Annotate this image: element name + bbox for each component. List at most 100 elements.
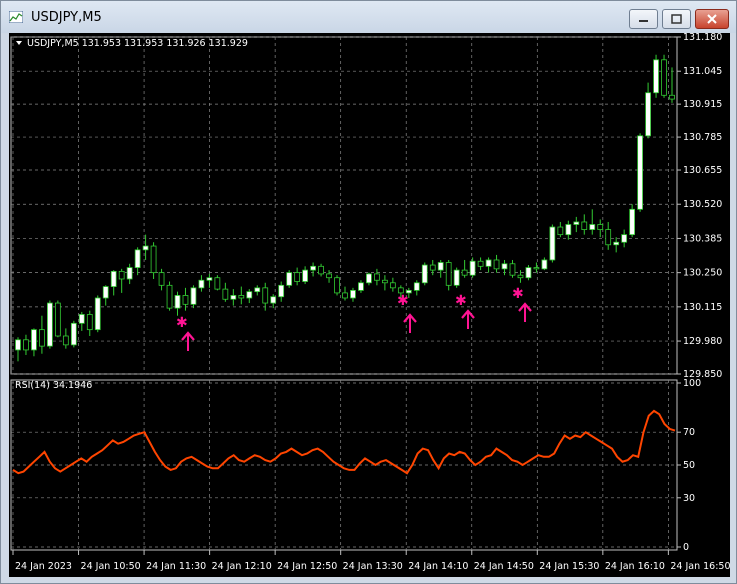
candle-body xyxy=(294,272,301,282)
signal-star-icon: ✱ xyxy=(512,286,524,302)
candle-body xyxy=(581,221,588,230)
time-tick-label: 24 Jan 12:50 xyxy=(277,561,337,572)
price-tick-label: 130.655 xyxy=(683,165,722,176)
candle-body xyxy=(669,94,675,100)
candle-body xyxy=(334,277,340,294)
candle-body xyxy=(358,282,364,291)
candle-body xyxy=(39,329,45,347)
collapse-triangle-icon[interactable] xyxy=(16,41,22,45)
candle-body xyxy=(142,245,149,251)
rsi-tick-label: 50 xyxy=(683,460,695,471)
candle-body xyxy=(374,273,380,281)
candle-body xyxy=(637,135,643,210)
time-tick-label: 24 Jan 15:30 xyxy=(539,561,599,572)
candle-body xyxy=(31,329,37,351)
price-tick-label: 130.385 xyxy=(683,233,722,244)
candle-body xyxy=(230,295,237,300)
candle-body xyxy=(605,229,612,246)
minimize-button[interactable] xyxy=(629,9,658,29)
candle-body xyxy=(645,92,651,137)
candle-series xyxy=(15,54,675,362)
candle-body xyxy=(589,224,596,230)
candle-body xyxy=(262,287,269,304)
maximize-button[interactable] xyxy=(662,9,691,29)
candle-body xyxy=(166,284,173,309)
candle-body xyxy=(15,339,21,351)
price-axis: 131.180 131.045 130.915 130.785 130.655 130.5… xyxy=(677,33,722,380)
candle-body xyxy=(47,302,53,347)
candle-body xyxy=(158,272,165,286)
time-tick-label: 24 Jan 10:50 xyxy=(81,561,141,572)
candle-body xyxy=(54,302,61,337)
candle-body xyxy=(565,224,572,236)
close-icon xyxy=(707,14,717,24)
candle-body xyxy=(525,267,532,279)
candle-body xyxy=(310,265,316,271)
candle-body xyxy=(326,273,332,279)
close-button[interactable] xyxy=(695,9,729,29)
window-title: USDJPY,M5 xyxy=(31,10,102,25)
signal-star-icon: ✱ xyxy=(455,293,467,309)
candle-body xyxy=(198,279,205,289)
candle-body xyxy=(613,241,620,246)
time-tick-label: 24 Jan 16:10 xyxy=(605,561,665,572)
title-bar[interactable]: USDJPY,M5 xyxy=(1,1,736,33)
candle-body xyxy=(182,295,189,305)
candle-body xyxy=(517,274,524,279)
candle-body xyxy=(653,59,659,94)
candlestick-chart[interactable]: ✱ ✱ ✱ ✱ 131.180 131.045 130.915 130.785 130.655… xyxy=(9,33,730,577)
candle-body xyxy=(246,291,253,299)
chart-area[interactable]: ✱ ✱ ✱ ✱ 131.180 131.045 130.915 130.785 130.655… xyxy=(9,33,730,577)
signal-star-icon: ✱ xyxy=(397,293,409,309)
candle-body xyxy=(86,314,93,331)
price-tick-label: 130.520 xyxy=(683,199,722,210)
candle-body xyxy=(557,226,564,236)
candle-body xyxy=(549,226,556,261)
rsi-line xyxy=(12,409,676,475)
candle-body xyxy=(533,267,540,270)
candle-body xyxy=(453,269,460,286)
candle-body xyxy=(629,208,636,236)
candle-body xyxy=(110,270,117,287)
candle-body xyxy=(509,263,516,276)
symbol-header: USDJPY,M5 131.953 131.953 131.926 131.92… xyxy=(27,38,248,49)
maximize-icon xyxy=(671,14,682,24)
time-tick-label: 24 Jan 16:50 xyxy=(670,561,730,572)
candle-body xyxy=(621,234,628,243)
candle-body xyxy=(597,224,604,230)
candle-body xyxy=(318,265,324,275)
price-tick-label: 130.915 xyxy=(683,99,722,110)
candle-body xyxy=(342,292,348,299)
candle-body xyxy=(222,288,229,300)
candle-body xyxy=(270,296,277,304)
candle-body xyxy=(190,287,197,305)
rsi-tick-label: 30 xyxy=(683,493,695,504)
candle-body xyxy=(214,277,221,290)
candle-body xyxy=(661,59,667,96)
price-tick-label: 131.180 xyxy=(683,33,722,43)
time-tick-label: 24 Jan 14:10 xyxy=(408,561,468,572)
candle-body xyxy=(541,259,548,270)
candle-body xyxy=(150,245,157,274)
signal-star-icon: ✱ xyxy=(176,315,188,331)
price-tick-label: 131.045 xyxy=(683,66,722,77)
candle-body xyxy=(206,277,213,281)
rsi-label: RSI(14) 34.1946 xyxy=(15,380,92,391)
candle-body xyxy=(445,262,452,286)
candle-body xyxy=(302,269,308,282)
rsi-tick-label: 70 xyxy=(683,427,695,438)
candle-body xyxy=(174,295,181,309)
candle-body xyxy=(421,264,428,284)
rsi-tick-label: 0 xyxy=(683,542,689,553)
time-tick-label: 24 Jan 14:50 xyxy=(474,561,534,572)
time-tick-label: 24 Jan 2023 xyxy=(15,561,72,572)
candle-body xyxy=(485,259,492,267)
candle-body xyxy=(461,269,468,276)
candle-body xyxy=(102,286,109,299)
candle-body xyxy=(437,262,444,271)
candle-body xyxy=(94,297,101,331)
time-tick-label: 24 Jan 12:10 xyxy=(212,561,272,572)
candle-body xyxy=(429,264,436,271)
price-tick-label: 130.785 xyxy=(683,132,722,143)
chart-app-icon xyxy=(9,11,23,23)
